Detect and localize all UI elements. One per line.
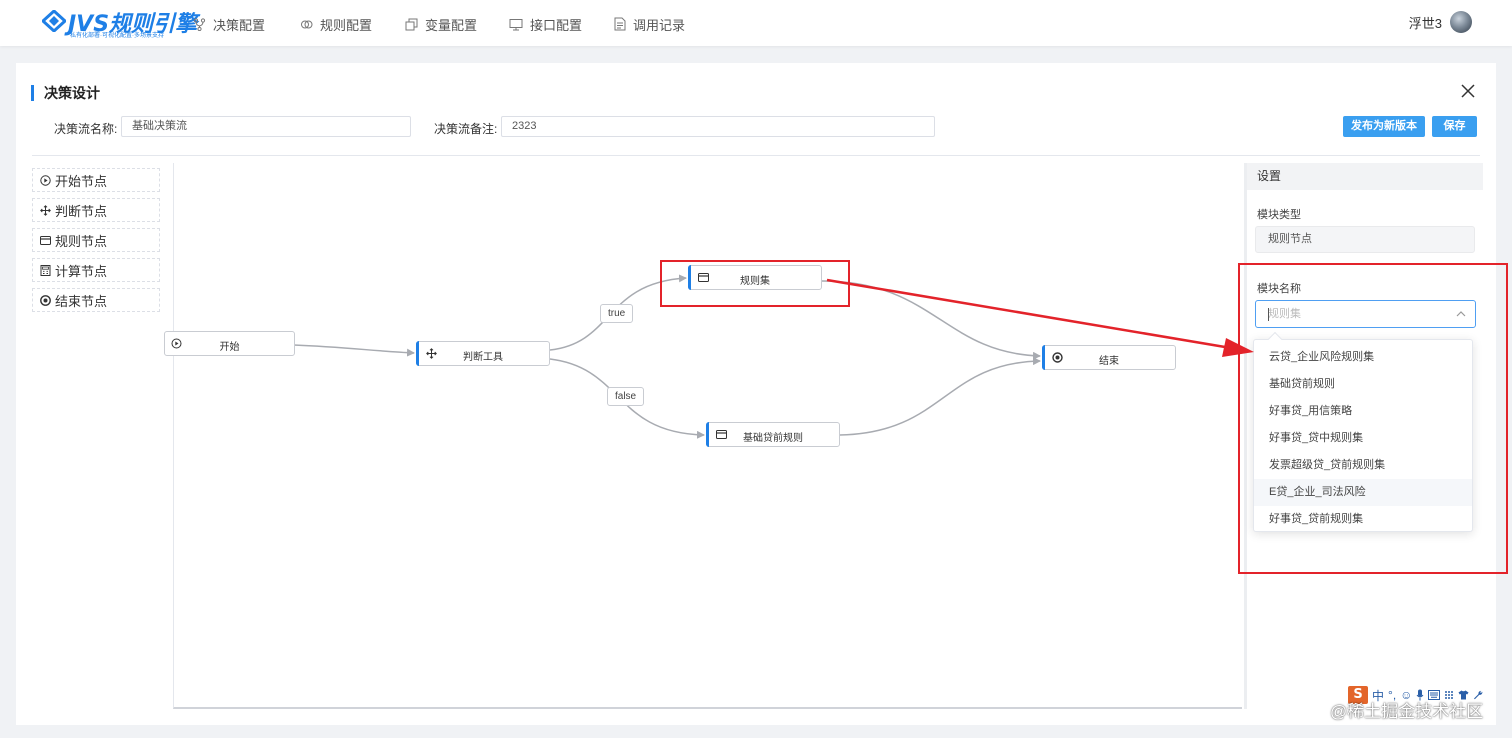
copy-icon xyxy=(405,18,418,30)
palette-decision-node[interactable]: 判断节点 xyxy=(32,198,160,222)
palette-label: 判断节点 xyxy=(55,203,108,219)
flow-note-input[interactable]: 2323 xyxy=(501,116,935,137)
avatar[interactable] xyxy=(1450,11,1472,33)
palette-label: 计算节点 xyxy=(55,263,108,279)
nav-label: 调用记录 xyxy=(633,17,686,33)
palette-rule-node[interactable]: 规则节点 xyxy=(32,228,160,252)
card-icon xyxy=(40,235,51,245)
annotation-highlight-dropdown xyxy=(1238,263,1508,574)
edge-start-decision xyxy=(293,344,415,357)
user-name: 浮世3 xyxy=(1408,15,1442,31)
node-label: 判断工具 xyxy=(463,352,503,363)
nav-decision-config[interactable]: 决策配置 xyxy=(193,14,265,34)
user-menu[interactable]: 浮世3 xyxy=(1409,11,1472,33)
app-logo[interactable]: JVS规则引擎 私有化部署·可视化配置·多场景支持 xyxy=(42,8,197,40)
save-button[interactable]: 保存 xyxy=(1432,116,1477,137)
palette-end-node[interactable]: 结束节点 xyxy=(32,288,160,312)
node-start[interactable]: 开始 xyxy=(164,331,295,356)
palette-calculation-node[interactable]: 计算节点 xyxy=(32,258,160,282)
nav-label: 规则配置 xyxy=(320,17,373,33)
document-icon xyxy=(614,17,626,31)
monitor-icon xyxy=(509,18,523,30)
flow-name-input[interactable]: 基础决策流 xyxy=(121,116,411,137)
module-type-field: 规则节点 xyxy=(1255,226,1475,253)
rules-icon xyxy=(301,20,313,28)
settings-header: 设置 xyxy=(1247,163,1483,190)
nav-label: 接口配置 xyxy=(530,17,583,33)
edge-label-true[interactable]: true xyxy=(600,304,634,323)
module-type-label: 模块类型 xyxy=(1257,209,1301,221)
palette-label: 开始节点 xyxy=(55,173,108,189)
flow-note-label: 决策流备注: xyxy=(434,122,498,136)
nav-label: 变量配置 xyxy=(425,17,478,33)
node-label: 开始 xyxy=(219,342,240,353)
nav-rule-config[interactable]: 规则配置 xyxy=(300,14,372,34)
node-label: 结束 xyxy=(1099,356,1119,367)
node-pre-loan-rules[interactable]: 基础贷前规则 xyxy=(706,422,840,447)
divider xyxy=(32,155,1480,156)
nav-interface-config[interactable]: 接口配置 xyxy=(509,14,582,34)
logo-diamond-icon xyxy=(42,10,66,32)
calculator-icon xyxy=(40,264,51,276)
node-label: 基础贷前规则 xyxy=(743,433,803,444)
palette-start-node[interactable]: 开始节点 xyxy=(32,168,160,192)
branch-icon xyxy=(193,17,206,31)
palette-label: 规则节点 xyxy=(55,233,108,249)
publish-new-version-button[interactable]: 发布为新版本 xyxy=(1343,116,1425,137)
move-icon xyxy=(40,204,51,216)
flow-name-label: 决策流名称: xyxy=(54,122,118,136)
nav-label: 决策配置 xyxy=(213,17,266,33)
nav-variable-config[interactable]: 变量配置 xyxy=(405,14,477,34)
watermark: @稀土掘金技术社区 xyxy=(1330,702,1484,721)
edge-preloan-end xyxy=(839,357,1041,436)
top-navigation-bar: JVS规则引擎 私有化部署·可视化配置·多场景支持 决策配置 规则配置 变量配置… xyxy=(0,0,1512,46)
annotation-highlight-ruleset xyxy=(660,260,850,307)
node-decision[interactable]: 判断工具 xyxy=(416,341,550,366)
palette-label: 结束节点 xyxy=(55,293,108,309)
close-icon[interactable] xyxy=(1460,83,1476,99)
node-end[interactable]: 结束 xyxy=(1042,345,1176,370)
logo-tagline: 私有化部署·可视化配置·多场景支持 xyxy=(70,33,164,39)
edge-ruleset-end xyxy=(821,280,1041,360)
nav-call-records[interactable]: 调用记录 xyxy=(614,14,685,34)
play-circle-icon xyxy=(40,174,51,186)
edge-label-false[interactable]: false xyxy=(607,387,645,406)
stop-circle-icon xyxy=(40,294,51,306)
flow-canvas[interactable]: 开始 判断工具 规则集 基础贷前规则 结束 true false xyxy=(164,163,1242,709)
page-title: 决策设计 xyxy=(31,85,100,101)
